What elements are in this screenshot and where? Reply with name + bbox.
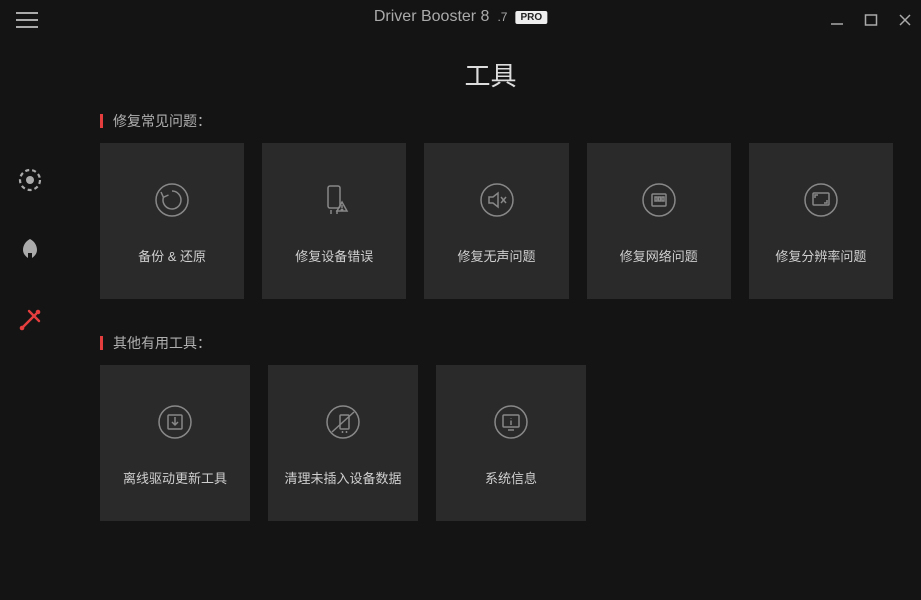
network-icon [637, 178, 681, 222]
tile-offline-update[interactable]: 离线驱动更新工具 [100, 365, 250, 521]
tile-label: 修复网络问题 [614, 246, 704, 265]
pro-badge: PRO [515, 11, 547, 24]
tile-label: 备份 & 还原 [132, 246, 212, 265]
tile-label: 修复无声问题 [452, 246, 542, 265]
tile-label: 修复设备错误 [289, 246, 379, 265]
tile-fix-no-sound[interactable]: 修复无声问题 [424, 143, 568, 299]
content: 工具 修复常见问题： 备份 & 还原 修复设备错误 修复无声问题 修 [60, 40, 921, 600]
tile-label: 系统信息 [479, 468, 543, 487]
section-header-fix: 修复常见问题： [100, 111, 893, 131]
tile-label: 修复分辨率问题 [769, 246, 872, 265]
section-header-other: 其他有用工具： [100, 333, 893, 353]
resolution-icon [799, 178, 843, 222]
window-controls [829, 12, 913, 28]
sidebar [0, 160, 60, 340]
download-icon [153, 400, 197, 444]
restore-icon [150, 178, 194, 222]
close-button[interactable] [897, 12, 913, 28]
clean-device-icon [321, 400, 365, 444]
menu-button[interactable] [12, 5, 42, 35]
minimize-button[interactable] [829, 12, 845, 28]
tile-fix-network[interactable]: 修复网络问题 [587, 143, 731, 299]
device-error-icon [312, 178, 356, 222]
nav-boost[interactable] [10, 230, 50, 270]
tiles-other: 离线驱动更新工具 清理未插入设备数据 系统信息 [100, 365, 893, 521]
app-name: Driver Booster 8 [374, 8, 490, 26]
tile-backup-restore[interactable]: 备份 & 还原 [100, 143, 244, 299]
tile-label: 清理未插入设备数据 [278, 468, 407, 487]
tile-fix-device-error[interactable]: 修复设备错误 [262, 143, 406, 299]
tile-fix-resolution[interactable]: 修复分辨率问题 [749, 143, 893, 299]
maximize-button[interactable] [863, 12, 879, 28]
tile-label: 离线驱动更新工具 [117, 468, 233, 487]
section-header-fix-label: 修复常见问题： [113, 111, 211, 131]
tile-system-info[interactable]: 系统信息 [436, 365, 586, 521]
page-title: 工具 [88, 56, 893, 93]
titlebar: Driver Booster 8 .7 PRO [0, 0, 921, 40]
nav-scan[interactable] [10, 160, 50, 200]
nav-tools[interactable] [10, 300, 50, 340]
info-icon [489, 400, 533, 444]
tile-clean-unplugged[interactable]: 清理未插入设备数据 [268, 365, 418, 521]
mute-icon [475, 178, 519, 222]
app-version-minor: .7 [497, 10, 507, 24]
tiles-fix: 备份 & 还原 修复设备错误 修复无声问题 修复网络问题 修复分辨率问题 [100, 143, 893, 299]
section-header-other-label: 其他有用工具： [113, 333, 211, 353]
app-title: Driver Booster 8 .7 PRO [374, 8, 547, 26]
